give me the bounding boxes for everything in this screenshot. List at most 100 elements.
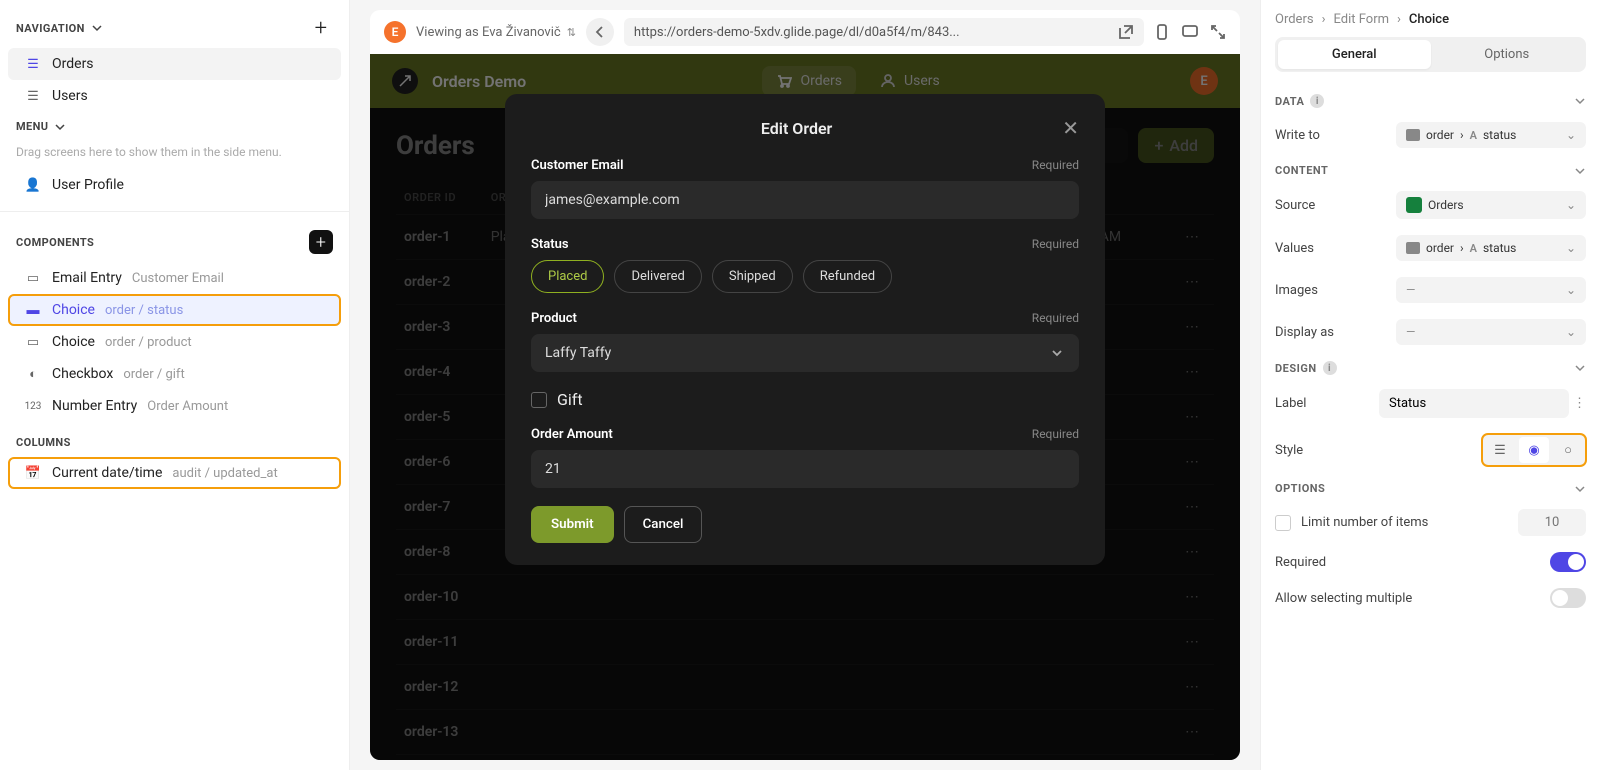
- viewer-avatar[interactable]: E: [384, 21, 406, 43]
- close-icon[interactable]: ✕: [1062, 116, 1079, 140]
- edit-order-modal: Edit Order ✕ Customer EmailRequired Stat…: [505, 94, 1105, 565]
- style-list-icon[interactable]: ☰: [1485, 437, 1515, 463]
- component-checkbox[interactable]: ◐ Checkbox order / gift: [8, 358, 341, 390]
- viewing-as-label: Viewing as Eva Živanovič: [416, 25, 561, 40]
- limit-label: Limit number of items: [1301, 515, 1428, 530]
- component-choice-status[interactable]: ▬ Choice order / status: [8, 294, 341, 326]
- amount-input[interactable]: [531, 450, 1079, 488]
- submit-button[interactable]: Submit: [531, 506, 614, 543]
- section-content[interactable]: CONTENT: [1275, 156, 1586, 183]
- preview-panel: E Viewing as Eva Živanovič ⇅ https://ord…: [350, 0, 1260, 770]
- viewing-as[interactable]: Viewing as Eva Živanovič ⇅: [416, 25, 576, 40]
- right-inspector: Orders › Edit Form › Choice General Opti…: [1260, 0, 1600, 770]
- label-row-label: Label: [1275, 396, 1306, 411]
- product-value: Laffy Taffy: [545, 345, 611, 361]
- label-input[interactable]: [1379, 389, 1569, 418]
- columns-heading: COLUMNS: [0, 428, 349, 457]
- required-badge: Required: [1032, 311, 1079, 326]
- url-bar[interactable]: https://orders-demo-5xdv.glide.page/dl/d…: [624, 18, 1144, 46]
- component-sub: Order Amount: [147, 399, 228, 414]
- breadcrumb: Orders › Edit Form › Choice: [1275, 8, 1586, 37]
- values-label: Values: [1275, 241, 1314, 256]
- write-to-label: Write to: [1275, 128, 1320, 143]
- chevron-left-icon: [592, 24, 608, 40]
- more-icon[interactable]: ⋮: [1573, 396, 1586, 411]
- calendar-icon: 📅: [24, 466, 42, 481]
- status-chip-refunded[interactable]: Refunded: [803, 260, 892, 293]
- column-current-datetime[interactable]: 📅 Current date/time audit / updated_at: [8, 457, 341, 489]
- add-component-button[interactable]: +: [309, 230, 333, 254]
- write-to-picker[interactable]: order › Astatus ⌄: [1396, 122, 1586, 148]
- required-badge: Required: [1032, 237, 1079, 252]
- status-chip-placed[interactable]: Placed: [531, 260, 604, 293]
- required-toggle[interactable]: [1550, 552, 1586, 572]
- chevron-updown-icon: ⇅: [567, 26, 576, 39]
- limit-input[interactable]: [1518, 509, 1586, 536]
- url-text: https://orders-demo-5xdv.glide.page/dl/d…: [634, 25, 960, 40]
- images-picker[interactable]: —⌄: [1396, 277, 1586, 303]
- folder-icon: [1406, 242, 1420, 254]
- phone-icon[interactable]: [1154, 24, 1170, 40]
- tab-general[interactable]: General: [1278, 40, 1431, 69]
- style-chips-icon[interactable]: ◉: [1519, 437, 1549, 463]
- values-picker[interactable]: order › Astatus ⌄: [1396, 235, 1586, 261]
- left-sidebar: NAVIGATION + ☰ Orders ☰ Users MENU Drag …: [0, 0, 350, 770]
- breadcrumb-item[interactable]: Orders: [1275, 12, 1314, 27]
- component-number-entry[interactable]: 123 Number Entry Order Amount: [8, 390, 341, 422]
- required-label: Required: [1275, 555, 1326, 570]
- product-select[interactable]: Laffy Taffy: [531, 334, 1079, 372]
- navigation-heading[interactable]: NAVIGATION +: [0, 8, 349, 48]
- cancel-button[interactable]: Cancel: [624, 506, 703, 543]
- chevron-down-icon: [54, 121, 66, 133]
- multiple-toggle[interactable]: [1550, 588, 1586, 608]
- nav-item-orders[interactable]: ☰ Orders: [8, 48, 341, 80]
- style-radio-icon[interactable]: ○: [1553, 437, 1583, 463]
- source-label: Source: [1275, 198, 1315, 213]
- status-chip-shipped[interactable]: Shipped: [712, 260, 793, 293]
- product-label: Product: [531, 311, 577, 326]
- component-label: Email Entry: [52, 270, 122, 286]
- nav-item-users[interactable]: ☰ Users: [8, 80, 341, 112]
- inspector-tabs: General Options: [1275, 37, 1586, 72]
- external-link-icon[interactable]: [1118, 24, 1134, 40]
- add-screen-button[interactable]: +: [309, 16, 333, 40]
- breadcrumb-item[interactable]: Edit Form: [1333, 12, 1389, 27]
- menu-item-user-profile[interactable]: 👤 User Profile: [8, 169, 341, 201]
- person-icon: 👤: [24, 178, 42, 193]
- section-design[interactable]: DESIGNi: [1275, 353, 1586, 381]
- source-picker[interactable]: Orders ⌄: [1396, 191, 1586, 219]
- component-sub: order / status: [105, 303, 183, 318]
- component-label: Choice: [52, 334, 95, 350]
- list-icon: ☰: [24, 57, 42, 72]
- email-input[interactable]: [531, 181, 1079, 219]
- desktop-icon[interactable]: [1182, 24, 1198, 40]
- section-data[interactable]: DATAi: [1275, 86, 1586, 114]
- chevron-down-icon: [1574, 483, 1586, 495]
- component-sub: order / gift: [123, 367, 184, 382]
- chevron-down-icon: ⌄: [1566, 283, 1576, 297]
- displayas-picker[interactable]: —⌄: [1396, 319, 1586, 345]
- limit-checkbox[interactable]: [1275, 515, 1291, 531]
- chevron-down-icon: [1574, 165, 1586, 177]
- section-options[interactable]: OPTIONS: [1275, 474, 1586, 501]
- preview-top-bar: E Viewing as Eva Živanovič ⇅ https://ord…: [370, 10, 1240, 54]
- chevron-down-icon: ⌄: [1566, 241, 1576, 255]
- expand-icon[interactable]: [1210, 24, 1226, 40]
- sheet-icon: [1406, 197, 1422, 213]
- gift-checkbox-row[interactable]: Gift: [531, 390, 1079, 409]
- tab-options[interactable]: Options: [1431, 40, 1584, 69]
- chevron-down-icon: [1049, 345, 1065, 361]
- component-choice-product[interactable]: ▭ Choice order / product: [8, 326, 341, 358]
- required-badge: Required: [1032, 158, 1079, 173]
- info-icon[interactable]: i: [1310, 94, 1324, 108]
- checkbox-icon[interactable]: [531, 392, 547, 408]
- info-icon[interactable]: i: [1323, 361, 1337, 375]
- menu-heading[interactable]: MENU: [0, 112, 349, 141]
- back-button[interactable]: [586, 18, 614, 46]
- status-chip-delivered[interactable]: Delivered: [614, 260, 701, 293]
- component-email-entry[interactable]: ▭ Email Entry Customer Email: [8, 262, 341, 294]
- component-sub: Customer Email: [132, 271, 224, 286]
- choice-icon: ▬: [24, 302, 42, 318]
- chevron-down-icon: ⌄: [1566, 198, 1576, 212]
- multiple-label: Allow selecting multiple: [1275, 591, 1412, 606]
